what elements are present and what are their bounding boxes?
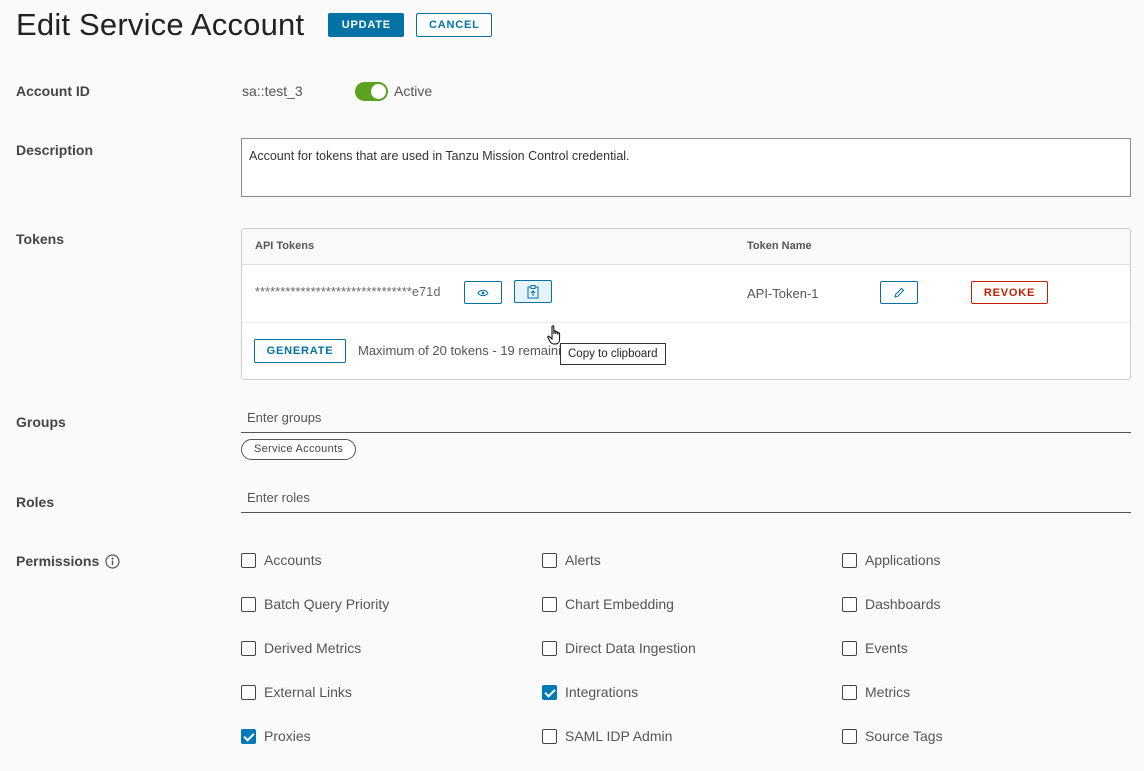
permission-checkbox[interactable]: [842, 640, 857, 656]
roles-label: Roles: [16, 494, 55, 510]
permission-checkbox[interactable]: [542, 596, 557, 612]
permission-label: Applications: [865, 552, 941, 568]
page-header: Edit Service Account UPDATE CANCEL: [16, 6, 504, 44]
roles-input[interactable]: Enter roles: [241, 487, 1131, 513]
group-chip[interactable]: Service Accounts: [241, 439, 357, 460]
api-tokens-column-header: API Tokens: [255, 240, 315, 252]
permission-checkbox[interactable]: [842, 684, 857, 700]
permission-label: Proxies: [264, 728, 311, 744]
token-name: API-Token-1: [747, 286, 819, 301]
info-icon[interactable]: [105, 554, 120, 569]
generate-row: GENERATE Maximum of 20 tokens - 19 remai…: [242, 323, 1130, 379]
permission-label: Direct Data Ingestion: [565, 640, 696, 656]
hand-cursor-icon: [547, 325, 561, 345]
permission-chart-embedding[interactable]: Chart Embedding: [542, 596, 674, 612]
permission-checkbox[interactable]: [842, 596, 857, 612]
permission-direct-data-ingestion[interactable]: Direct Data Ingestion: [542, 640, 696, 656]
permissions-label: Permissions: [16, 553, 100, 569]
permission-label: Batch Query Priority: [264, 596, 390, 612]
permission-checkbox[interactable]: [241, 596, 256, 612]
permission-events[interactable]: Events: [842, 640, 908, 656]
permission-metrics[interactable]: Metrics: [842, 684, 910, 700]
permission-checkbox[interactable]: [842, 728, 857, 744]
permission-checkbox[interactable]: [542, 684, 557, 700]
cancel-button[interactable]: CANCEL: [416, 13, 493, 37]
permission-checkbox[interactable]: [542, 552, 557, 568]
permission-saml-idp-admin[interactable]: SAML IDP Admin: [542, 728, 672, 744]
permission-proxies[interactable]: Proxies: [241, 728, 311, 744]
permission-checkbox[interactable]: [542, 728, 557, 744]
eye-icon: [477, 289, 489, 296]
permission-label: Source Tags: [865, 728, 943, 744]
token-limit-note: Maximum of 20 tokens - 19 remaining: [358, 343, 576, 358]
permission-batch-query-priority[interactable]: Batch Query Priority: [241, 596, 389, 612]
edit-token-button[interactable]: [880, 281, 918, 304]
account-id-label: Account ID: [16, 83, 90, 99]
permission-derived-metrics[interactable]: Derived Metrics: [241, 640, 361, 656]
tokens-label: Tokens: [16, 231, 64, 247]
generate-button[interactable]: GENERATE: [254, 339, 346, 363]
clipboard-icon: [527, 284, 539, 298]
account-id-value: sa::test_3: [242, 83, 303, 99]
page-title: Edit Service Account: [16, 7, 305, 42]
permission-checkbox[interactable]: [241, 640, 256, 656]
permission-checkbox[interactable]: [241, 552, 256, 568]
show-token-button[interactable]: [464, 281, 502, 304]
permission-checkbox[interactable]: [241, 728, 256, 744]
active-toggle[interactable]: [355, 82, 388, 101]
permission-label: Events: [865, 640, 908, 656]
permission-checkbox[interactable]: [241, 684, 256, 700]
toggle-knob: [371, 84, 386, 99]
permission-accounts[interactable]: Accounts: [241, 552, 322, 568]
copy-tooltip: Copy to clipboard: [560, 343, 666, 365]
permission-integrations[interactable]: Integrations: [542, 684, 638, 700]
tokens-card: API Tokens Token Name ******************…: [241, 228, 1131, 380]
active-toggle-label: Active: [394, 83, 433, 99]
description-label: Description: [16, 142, 94, 158]
permission-checkbox[interactable]: [542, 640, 557, 656]
permission-applications[interactable]: Applications: [842, 552, 941, 568]
permission-label: Derived Metrics: [264, 640, 362, 656]
permission-checkbox[interactable]: [842, 552, 857, 568]
permission-label: Alerts: [565, 552, 601, 568]
permission-source-tags[interactable]: Source Tags: [842, 728, 943, 744]
permission-label: Integrations: [565, 684, 639, 700]
permission-alerts[interactable]: Alerts: [542, 552, 601, 568]
groups-label: Groups: [16, 414, 66, 430]
permission-dashboards[interactable]: Dashboards: [842, 596, 941, 612]
permission-label: SAML IDP Admin: [565, 728, 673, 744]
groups-input[interactable]: Enter groups: [241, 407, 1131, 433]
permission-external-links[interactable]: External Links: [241, 684, 352, 700]
description-textarea[interactable]: Account for tokens that are used in Tanz…: [241, 138, 1131, 197]
tokens-table-header: API Tokens Token Name: [242, 229, 1130, 265]
pencil-icon: [894, 287, 905, 298]
permission-label: Metrics: [865, 684, 911, 700]
permission-label: External Links: [264, 684, 352, 700]
revoke-button[interactable]: REVOKE: [971, 281, 1048, 304]
token-name-column-header: Token Name: [747, 240, 812, 252]
masked-token: *******************************e71d: [255, 285, 441, 299]
permission-label: Chart Embedding: [565, 596, 674, 612]
copy-token-button[interactable]: [514, 280, 552, 303]
update-button[interactable]: UPDATE: [328, 13, 405, 37]
permission-label: Dashboards: [865, 596, 941, 612]
permission-label: Accounts: [264, 552, 322, 568]
token-row: *******************************e71d API-…: [242, 265, 1130, 365]
